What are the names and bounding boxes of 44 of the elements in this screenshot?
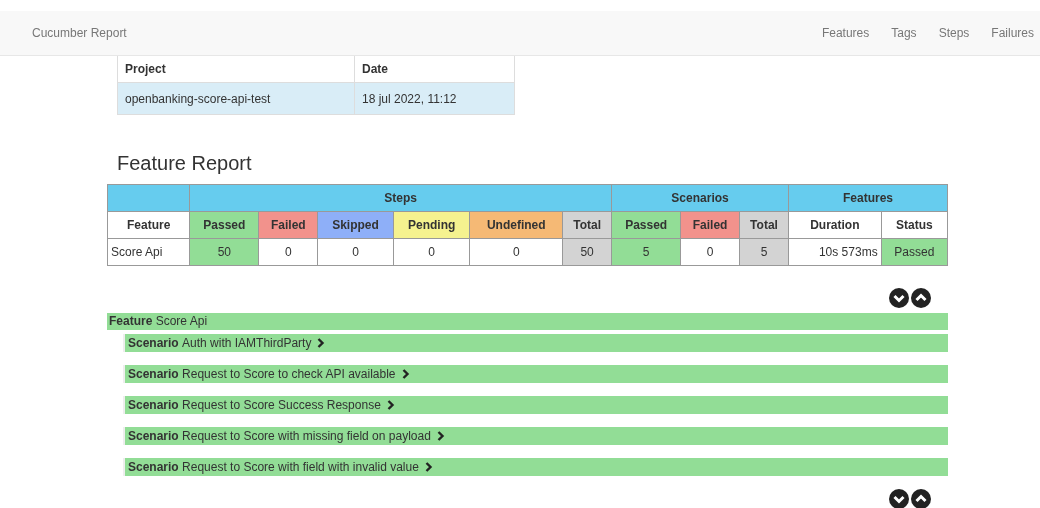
table-cell: 0 — [317, 238, 394, 266]
column-header: Duration — [788, 211, 882, 239]
table-cell: 5 — [611, 238, 681, 266]
chevron-icon — [401, 369, 410, 379]
nav-link[interactable]: Steps — [938, 26, 970, 40]
table-cell: Score Api — [107, 238, 190, 266]
chevron-icon — [424, 462, 433, 472]
collapse-all-icon[interactable] — [911, 489, 931, 508]
column-header: Skipped — [317, 211, 394, 239]
scenario-bar[interactable]: Scenario Auth with IAMThirdParty — [125, 334, 948, 352]
chevron-icon — [436, 431, 445, 441]
nav-link[interactable]: Failures — [991, 26, 1034, 40]
nav-link[interactable]: Tags — [891, 26, 917, 40]
column-header: Passed — [611, 211, 681, 239]
scenario-bar[interactable]: Scenario Request to Score to check API available — [125, 365, 948, 383]
column-header: Project — [117, 56, 355, 83]
scenario-bar[interactable]: Scenario Request to Score with missing field on payload — [125, 427, 948, 445]
table-cell: openbanking-score-api-test — [117, 82, 355, 115]
group-header: Features — [788, 184, 948, 212]
table-cell: 50 — [189, 238, 259, 266]
column-header: Passed — [189, 211, 259, 239]
column-header: Status — [881, 211, 948, 239]
section-heading: Feature Report — [117, 152, 253, 175]
group-header: Scenarios — [611, 184, 789, 212]
table-cell: 0 — [393, 238, 470, 266]
expand-all-icon[interactable] — [889, 489, 909, 508]
table-cell: Passed — [881, 238, 948, 266]
brand-link[interactable]: Cucumber Report — [32, 26, 127, 40]
scenario-bar[interactable]: Scenario Request to Score Success Response — [125, 396, 948, 414]
column-header: Feature — [107, 211, 190, 239]
nav-link[interactable]: Features — [821, 26, 870, 40]
table-cell: 0 — [470, 238, 563, 266]
column-header: Undefined — [470, 211, 563, 239]
scenario-bar[interactable]: Scenario Request to Score with field with invalid value — [125, 458, 948, 476]
group-header: Steps — [189, 184, 612, 212]
column-header: Pending — [393, 211, 470, 239]
collapse-all-icon[interactable] — [911, 288, 931, 308]
expand-all-icon[interactable] — [889, 288, 909, 308]
table-cell: 10s 573ms — [788, 238, 882, 266]
feature-bar[interactable]: Feature Score Api — [107, 313, 948, 330]
table-cell: 18 jul 2022, 11:12 — [354, 82, 515, 115]
chevron-icon — [317, 338, 326, 348]
column-header: Date — [354, 56, 515, 83]
chevron-icon — [386, 400, 395, 410]
